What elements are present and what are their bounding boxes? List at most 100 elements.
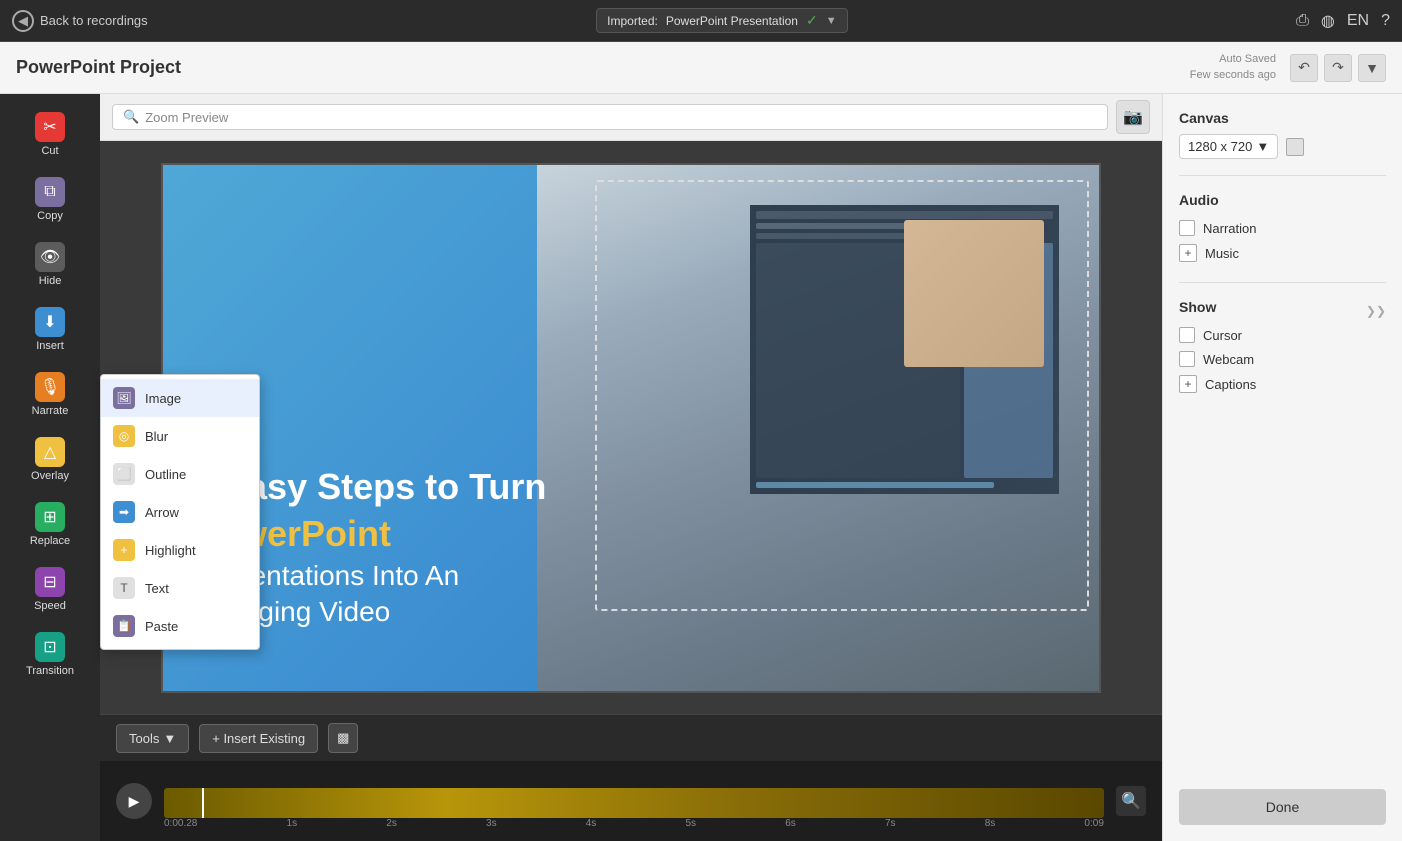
time-mark-1: 1s <box>287 818 298 829</box>
imported-value: PowerPoint Presentation <box>666 14 798 28</box>
canvas-size-checkbox[interactable] <box>1286 138 1304 156</box>
webcam-checkbox[interactable] <box>1179 351 1195 367</box>
undo-button[interactable]: ↶ <box>1290 54 1318 82</box>
redo-button[interactable]: ↷ <box>1324 54 1352 82</box>
cam-button[interactable]: ▩ <box>328 723 358 753</box>
play-button[interactable]: ▶ <box>116 783 152 819</box>
top-bar: ◀ Back to recordings Imported: PowerPoin… <box>0 0 1402 42</box>
speed-label: Speed <box>34 600 66 612</box>
back-icon: ◀ <box>12 10 34 32</box>
timeline-track: 0:00.28 1s 2s 3s 4s 5s 6s 7s 8s 0:09 <box>164 771 1104 831</box>
sidebar-item-narrate[interactable]: 🎙 Narrate <box>0 362 100 427</box>
top-bar-center: Imported: PowerPoint Presentation ✓ ▼ <box>160 8 1284 33</box>
music-add-icon[interactable]: + <box>1179 244 1197 262</box>
sidebar-item-replace[interactable]: ⊞ Replace <box>0 492 100 557</box>
context-blur-icon: ◎ <box>113 425 135 447</box>
sidebar-item-speed[interactable]: ⊟ Speed <box>0 557 100 622</box>
tools-dropdown-icon: ▼ <box>163 731 176 746</box>
done-button[interactable]: Done <box>1179 789 1386 825</box>
imported-badge[interactable]: Imported: PowerPoint Presentation ✓ ▼ <box>596 8 847 33</box>
zoom-preview-search[interactable]: 🔍 Zoom Preview <box>112 104 1108 130</box>
export-icon[interactable]: ⎙ <box>1296 12 1309 30</box>
timeline-bar[interactable] <box>164 788 1104 818</box>
context-outline-icon: ⬜ <box>113 463 135 485</box>
screenshot-button[interactable]: 📷 <box>1116 100 1150 134</box>
expand-icon[interactable]: ❯❯ <box>1366 304 1386 318</box>
narrate-label: Narrate <box>32 405 69 417</box>
time-marks: 0:00.28 1s 2s 3s 4s 5s 6s 7s 8s 0:09 <box>164 818 1104 831</box>
timeline-cursor <box>202 788 204 818</box>
context-paste-icon: 📋 <box>113 615 135 637</box>
more-options-button[interactable]: ▼ <box>1358 54 1386 82</box>
context-text-icon: T <box>113 577 135 599</box>
title-bar-actions: ↶ ↷ ▼ <box>1290 54 1386 82</box>
insert-label: Insert <box>36 340 64 352</box>
cut-icon: ✂ <box>35 112 65 142</box>
narration-label: Narration <box>1203 221 1256 236</box>
context-highlight-icon: + <box>113 539 135 561</box>
search-icon: 🔍 <box>123 109 139 125</box>
slide-frame[interactable]: 5 Easy Steps to Turn PowerPoint Presenta… <box>161 163 1101 693</box>
context-paste-label: Paste <box>145 619 178 634</box>
context-menu-paste[interactable]: 📋 Paste <box>101 607 259 645</box>
insert-icon: ⬇ <box>35 307 65 337</box>
timeline-search-button[interactable]: 🔍 <box>1116 786 1146 816</box>
zoom-preview-label: Zoom Preview <box>145 110 228 125</box>
context-outline-label: Outline <box>145 467 186 482</box>
size-dropdown-icon: ▼ <box>1256 139 1269 154</box>
context-menu-text[interactable]: T Text <box>101 569 259 607</box>
dropdown-arrow-icon: ▼ <box>826 15 837 27</box>
canvas-size-label: 1280 x 720 <box>1188 139 1252 154</box>
context-menu-image[interactable]: 🖼 Image <box>101 379 259 417</box>
cam-icon: ▩ <box>337 730 349 745</box>
time-mark-3: 3s <box>486 818 497 829</box>
narration-row: Narration <box>1179 216 1386 240</box>
context-menu-outline[interactable]: ⬜ Outline <box>101 455 259 493</box>
sidebar-item-cut[interactable]: ✂ Cut <box>0 102 100 167</box>
language-selector[interactable]: EN <box>1347 12 1369 30</box>
slide-photo <box>537 165 1099 691</box>
back-button[interactable]: ◀ Back to recordings <box>12 10 148 32</box>
main-area: ✂ Cut ⧉ Copy 👁 Hide ⬇ Insert 🎙 Narrate △… <box>0 94 1402 841</box>
sidebar-item-copy[interactable]: ⧉ Copy <box>0 167 100 232</box>
webcam-row: Webcam <box>1179 347 1386 371</box>
captions-row: + Captions <box>1179 371 1386 397</box>
canvas-section-title: Canvas <box>1179 110 1386 126</box>
auto-saved: Auto Saved Few seconds ago <box>1190 52 1276 83</box>
show-section-title: Show <box>1179 299 1366 315</box>
timeline: ▶ 0:00.28 1s 2s 3s 4s 5s 6s 7s 8s 0:09 <box>100 761 1162 841</box>
insert-existing-button[interactable]: + Insert Existing <box>199 724 318 753</box>
time-mark-5: 5s <box>685 818 696 829</box>
show-header: Show ❯❯ <box>1179 299 1386 323</box>
context-menu-highlight[interactable]: + Highlight <box>101 531 259 569</box>
time-mark-4: 4s <box>586 818 597 829</box>
context-text-label: Text <box>145 581 169 596</box>
canvas-size-selector[interactable]: 1280 x 720 ▼ <box>1179 134 1278 159</box>
canvas-size-row: 1280 x 720 ▼ <box>1179 134 1386 159</box>
context-highlight-label: Highlight <box>145 543 196 558</box>
context-menu-arrow[interactable]: ➡ Arrow <box>101 493 259 531</box>
context-menu-blur[interactable]: ◎ Blur <box>101 417 259 455</box>
show-section: Show ❯❯ Cursor Webcam + Captions <box>1179 299 1386 397</box>
sidebar-item-transition[interactable]: ⊡ Transition <box>0 622 100 687</box>
audio-section-title: Audio <box>1179 192 1386 208</box>
sidebar-item-insert[interactable]: ⬇ Insert <box>0 297 100 362</box>
tools-button[interactable]: Tools ▼ <box>116 724 189 753</box>
transition-icon: ⊡ <box>35 632 65 662</box>
cursor-checkbox[interactable] <box>1179 327 1195 343</box>
cursor-label: Cursor <box>1203 328 1242 343</box>
check-icon: ✓ <box>806 12 818 29</box>
canvas-section: Canvas 1280 x 720 ▼ <box>1179 110 1386 159</box>
help-icon[interactable]: ? <box>1381 12 1390 30</box>
time-mark-2: 2s <box>386 818 397 829</box>
project-title: PowerPoint Project <box>16 57 1190 78</box>
narration-checkbox[interactable] <box>1179 220 1195 236</box>
sidebar-item-overlay[interactable]: △ Overlay <box>0 427 100 492</box>
captions-add-icon[interactable]: + <box>1179 375 1197 393</box>
context-image-label: Image <box>145 391 181 406</box>
history-icon[interactable]: ◍ <box>1321 11 1335 31</box>
time-mark-8: 8s <box>985 818 996 829</box>
screen-row <box>756 482 994 488</box>
replace-icon: ⊞ <box>35 502 65 532</box>
sidebar-item-hide[interactable]: 👁 Hide <box>0 232 100 297</box>
